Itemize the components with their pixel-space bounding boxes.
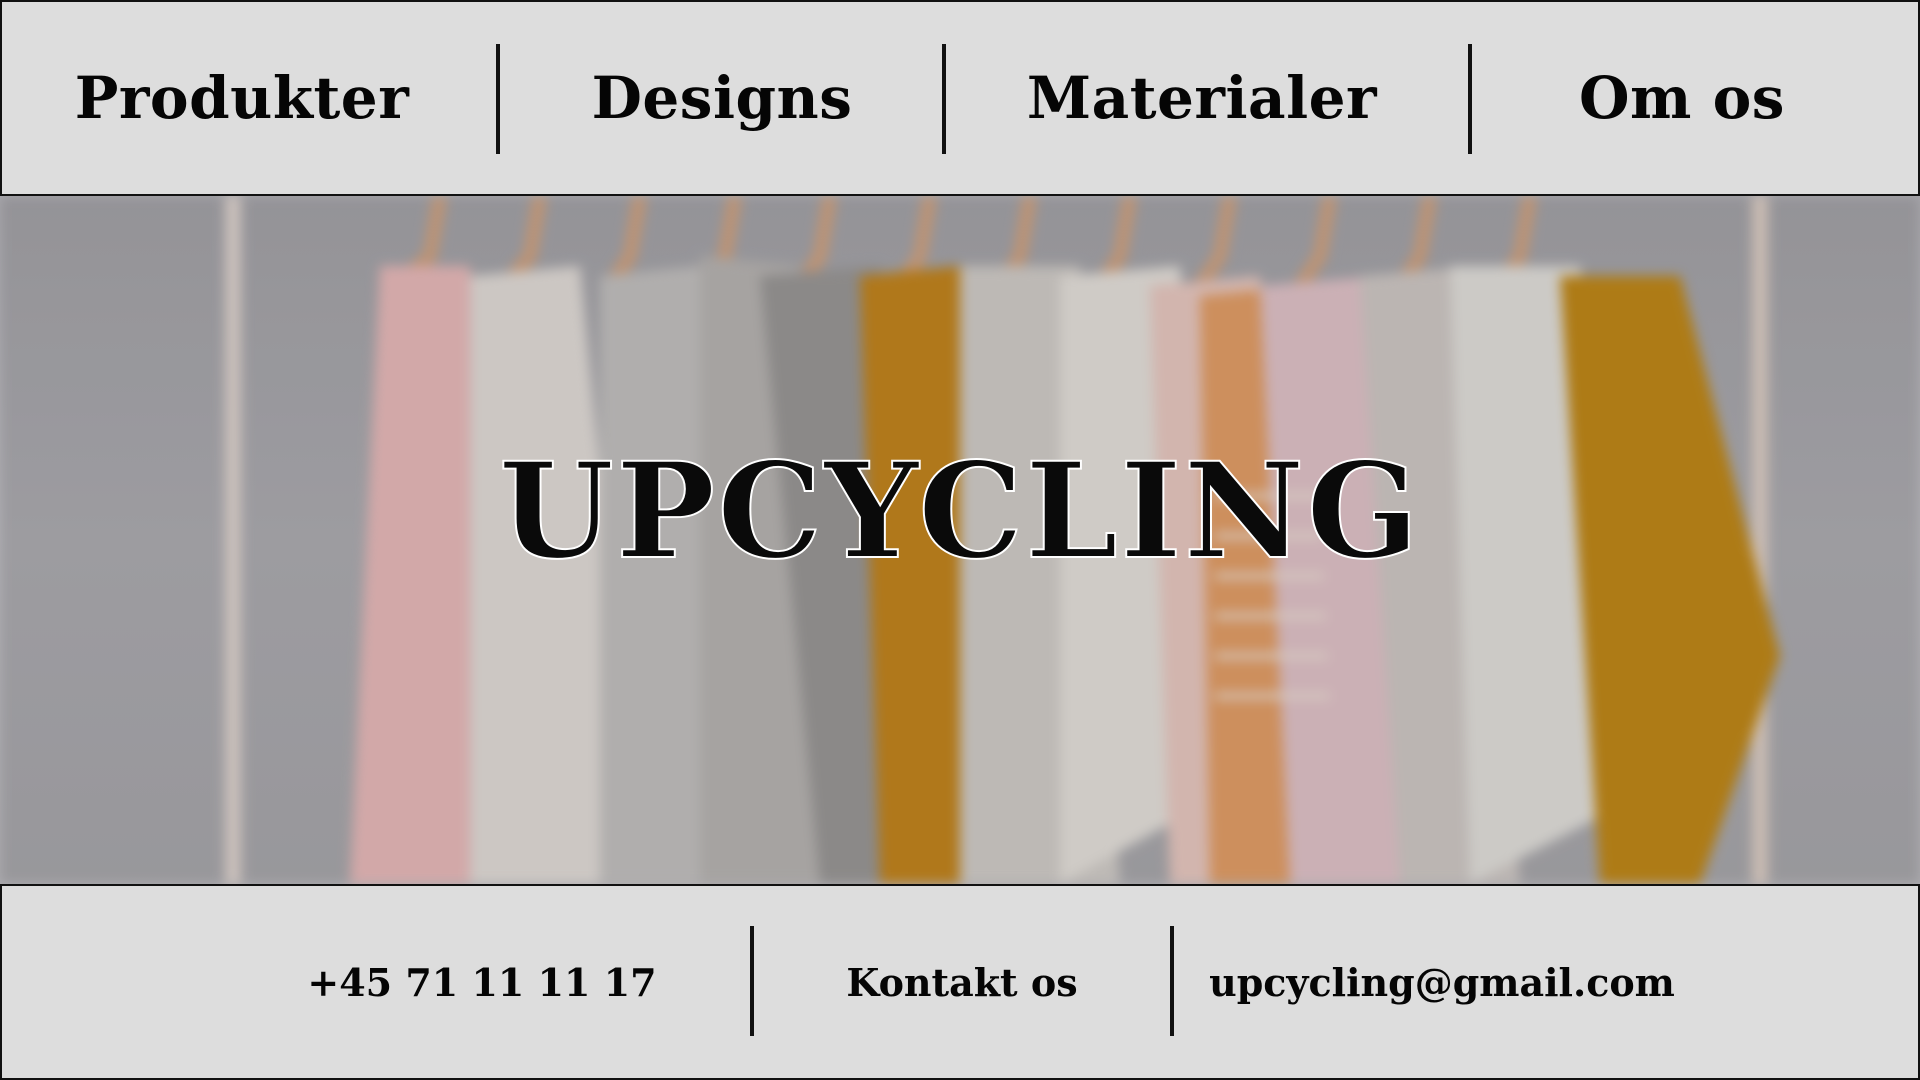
nav-item-produkter[interactable]: Produkter [42,2,442,194]
email-link[interactable]: upcycling@gmail.com [1202,886,1682,1078]
footer-separator [750,926,754,1036]
nav-separator [942,44,946,154]
nav-item-materialer[interactable]: Materialer [992,2,1412,194]
top-navigation-bar: Produkter Designs Materialer Om os [0,0,1920,196]
footer-bar: +45 71 11 11 17 Kontakt os upcycling@gma… [0,884,1920,1080]
contact-link[interactable]: Kontakt os [762,886,1162,1078]
footer-separator [1170,926,1174,1036]
hero-title: UPCYCLING [498,434,1422,589]
nav-item-om-os[interactable]: Om os [1482,2,1882,194]
phone-number[interactable]: +45 71 11 11 17 [282,886,682,1078]
nav-separator [496,44,500,154]
nav-item-designs[interactable]: Designs [522,2,922,194]
hero-banner: UPCYCLING [0,196,1920,884]
nav-separator [1468,44,1472,154]
